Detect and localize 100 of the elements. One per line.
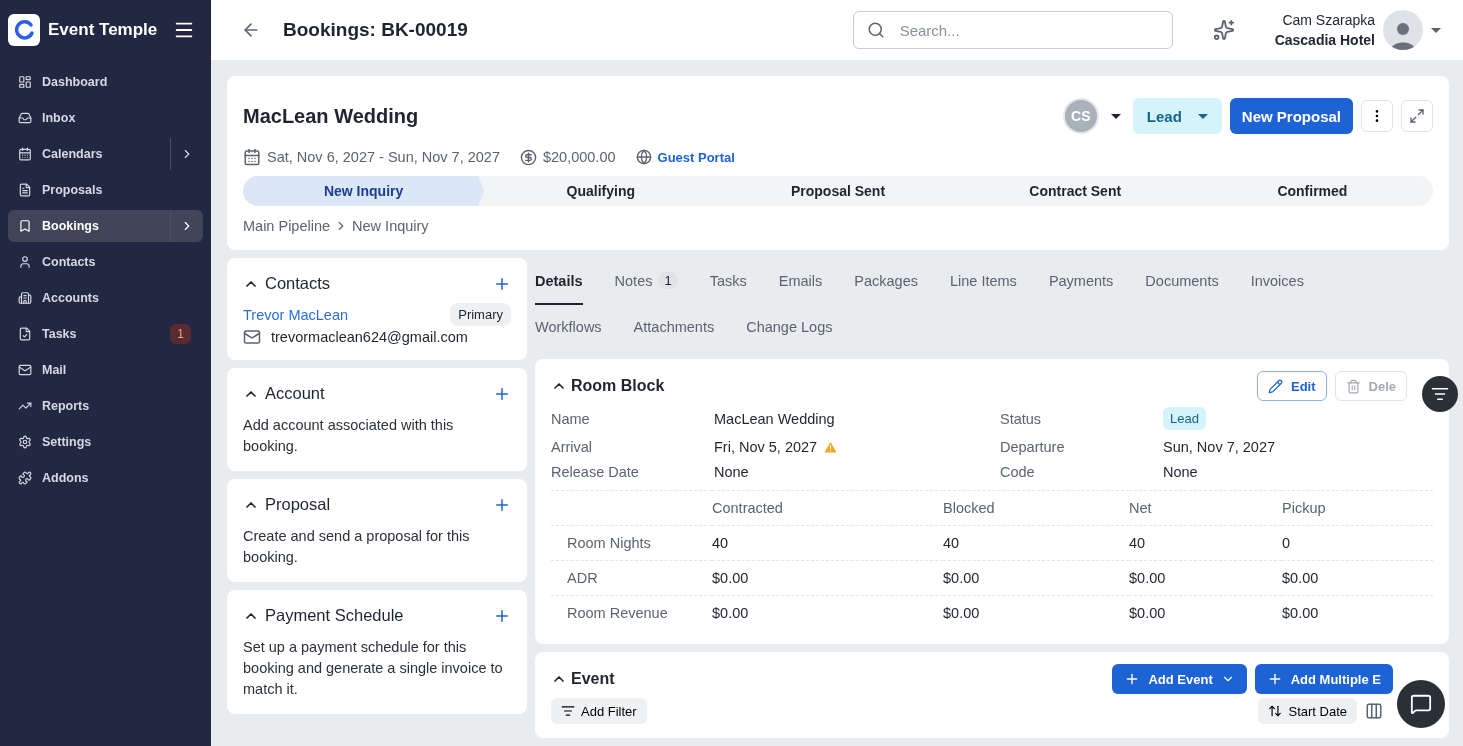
count-badge: 1	[658, 272, 678, 289]
sparkles-icon[interactable]	[1212, 19, 1235, 41]
field-value: None	[1163, 464, 1198, 480]
sort-button[interactable]: Start Date	[1258, 698, 1357, 724]
logo-icon	[8, 14, 40, 46]
column-header: Pickup	[1282, 490, 1433, 526]
sidebar-item[interactable]: Dashboard	[8, 66, 203, 98]
search-icon	[866, 21, 885, 39]
caret-icon[interactable]	[1431, 27, 1441, 33]
dollar-icon	[519, 148, 537, 166]
tab[interactable]: Details	[535, 258, 583, 305]
nav-label: Bookings	[42, 219, 100, 233]
filter-icon	[561, 704, 575, 718]
sort-icon	[1268, 704, 1283, 718]
nav-icon	[18, 255, 32, 269]
sidebar-item[interactable]: Mail	[8, 354, 203, 386]
sidebar-item[interactable]: Settings	[8, 426, 203, 458]
add-event-button[interactable]: Add Event	[1112, 664, 1247, 694]
brand-name: Event Temple	[48, 20, 159, 40]
tab[interactable]: Change Logs	[746, 305, 833, 351]
field-label: Code	[1000, 464, 1036, 480]
table-cell: 40	[1129, 525, 1282, 561]
sidebar-item[interactable]: Proposals	[8, 174, 203, 206]
sidebar-item[interactable]: Bookings	[8, 210, 203, 242]
booking-amount: $20,000.00	[542, 149, 616, 165]
status-tag: Lead	[1163, 407, 1206, 430]
sidebar-item[interactable]: Addons	[8, 462, 203, 494]
add-filter-button[interactable]: Add Filter	[551, 698, 647, 724]
nav-icon	[18, 363, 32, 377]
card-text: Add account associated with this booking.	[243, 416, 455, 456]
table-cell: $0.00	[943, 595, 1129, 630]
row-header: Room Nights	[551, 525, 712, 561]
caret-icon[interactable]	[1110, 113, 1121, 119]
table-cell: $0.00	[712, 560, 943, 596]
table-cell: $0.00	[943, 560, 1129, 596]
column-header: Blocked	[943, 490, 1129, 526]
calendar-icon	[243, 148, 261, 166]
table-cell: 0	[1282, 525, 1433, 561]
nav-label: Tasks	[42, 327, 78, 341]
tab[interactable]: Notes 1	[614, 258, 678, 305]
card-title: Room Block	[571, 377, 666, 395]
pipeline-stage[interactable]: New Inquiry	[243, 176, 485, 206]
field-label: Departure	[1000, 439, 1066, 455]
status-button[interactable]: Lead	[1132, 98, 1222, 134]
venue-name: Cascadia Hotel	[1274, 32, 1375, 48]
column-header: Net	[1129, 490, 1282, 526]
caret-icon	[1197, 113, 1208, 119]
tab[interactable]: Line Items	[949, 258, 1017, 305]
sidebar-item[interactable]: Calendars	[8, 138, 203, 170]
columns-icon[interactable]	[1365, 702, 1383, 720]
tab[interactable]: Attachments	[633, 305, 715, 351]
card-text: Set up a payment schedule for this booking and generate a single invoice to match it.	[243, 638, 504, 699]
trash-icon	[1345, 378, 1361, 394]
nav-icon	[18, 75, 32, 89]
sidebar-item[interactable]: Tasks 1	[8, 318, 203, 350]
nav-icon	[18, 147, 32, 161]
nav-icon	[18, 327, 32, 341]
guest-portal-link[interactable]: Guest Portal	[657, 149, 735, 165]
sidebar-item[interactable]: Inbox	[8, 102, 203, 134]
booking-name: MacLean Wedding	[243, 104, 420, 128]
expand-icon	[1409, 108, 1425, 124]
tab[interactable]: Workflows	[535, 305, 602, 351]
page-title: Bookings: BK-00019	[283, 19, 469, 41]
nav-label: Inbox	[42, 111, 77, 125]
add-multiple-button[interactable]: Add Multiple E	[1254, 664, 1393, 694]
table-cell: $0.00	[1129, 560, 1282, 596]
tab[interactable]: Packages	[854, 258, 918, 305]
card-title: Event	[571, 670, 616, 688]
nav-label: Accounts	[42, 291, 100, 305]
tab[interactable]: Documents	[1145, 258, 1219, 305]
search-field[interactable]: Search...	[852, 11, 1173, 49]
count-badge: 1	[170, 324, 191, 344]
nav-label: Dashboard	[42, 75, 109, 89]
tab[interactable]: Emails	[778, 258, 823, 305]
edit-button[interactable]: Edit	[1256, 371, 1327, 401]
contact-name[interactable]: Trevor MacLean	[243, 306, 451, 323]
tab[interactable]: Invoices	[1250, 258, 1304, 305]
breadcrumb-item[interactable]: Main Pipeline	[243, 218, 331, 234]
field-value: MacLean Wedding	[714, 410, 835, 427]
new-proposal-button[interactable]: New Proposal	[1229, 98, 1353, 134]
card-title: Contacts	[265, 274, 332, 293]
nav-label: Calendars	[42, 147, 104, 161]
sidebar-item[interactable]: Reports	[8, 390, 203, 422]
tab[interactable]: Tasks	[709, 258, 747, 305]
column-header: Contracted	[712, 490, 943, 526]
nav-label: Proposals	[42, 183, 104, 197]
card-title: Proposal	[265, 495, 332, 514]
nav-label: Reports	[42, 399, 91, 413]
role-tag: Primary	[450, 303, 511, 326]
table-cell: $0.00	[1282, 595, 1433, 630]
warning-icon	[823, 439, 839, 455]
table-cell: $0.00	[712, 595, 943, 630]
avatar[interactable]	[1383, 10, 1423, 50]
sidebar-item[interactable]: Accounts	[8, 282, 203, 314]
mail-icon	[243, 328, 261, 346]
sidebar-item[interactable]: Contacts	[8, 246, 203, 278]
nav-icon	[18, 435, 32, 449]
tab[interactable]: Payments	[1048, 258, 1114, 305]
table-cell: 40	[712, 525, 943, 561]
table-cell: $0.00	[1129, 595, 1282, 630]
